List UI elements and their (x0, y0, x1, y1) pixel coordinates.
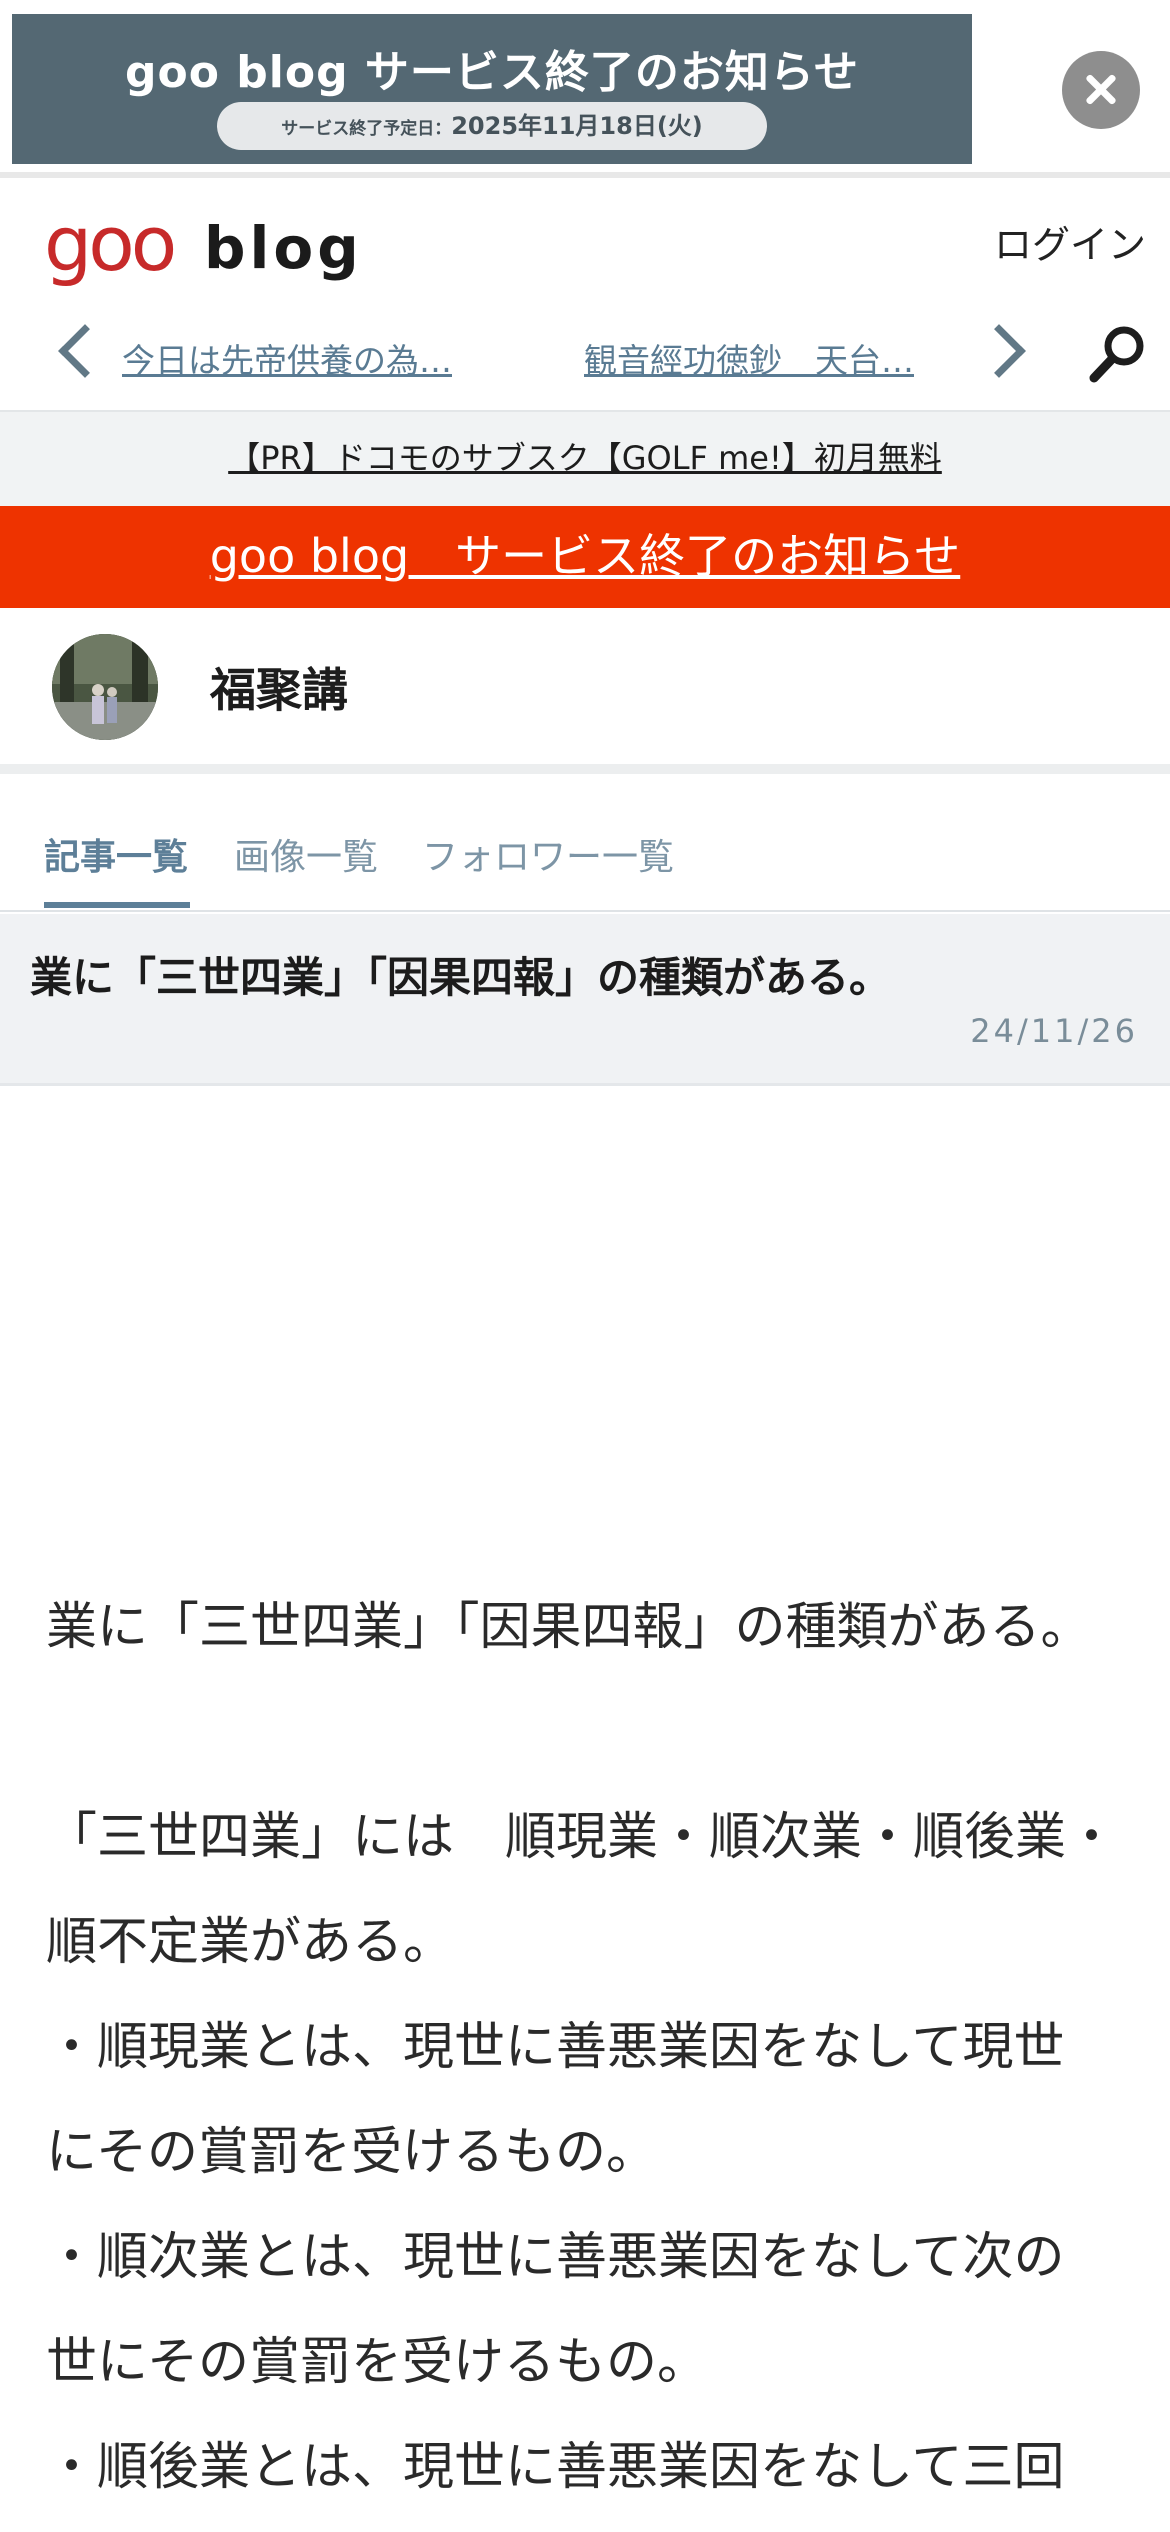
avatar-photo (52, 634, 158, 740)
blog-tabs: 記事一覧 画像一覧 フォロワー一覧 (0, 784, 1170, 912)
article-line: ・順後業とは、現世に善悪業因をなして三回 (46, 2438, 1065, 2497)
logo-goo-text: goo (44, 199, 177, 288)
article-line: 「三世四業」には 順現業・順次業・順後業・ (46, 1808, 1118, 1867)
service-notice-bar: goo blog サービス終了のお知らせ (0, 506, 1170, 608)
article-date: 24/11/26 (970, 1012, 1138, 1050)
active-tab-indicator (44, 902, 190, 908)
article-line: ・順現業とは、現世に善悪業因をなして現世 (46, 2018, 1065, 2077)
tab-articles[interactable]: 記事一覧 (44, 828, 188, 880)
search-icon[interactable] (1088, 324, 1146, 384)
service-end-ad-banner[interactable]: goo blog サービス終了のお知らせ サービス終了予定日：2025年11月1… (12, 14, 972, 164)
close-icon[interactable] (1062, 51, 1140, 129)
ad-title: goo blog サービス終了のお知らせ (124, 47, 859, 98)
ad-date-label: サービス終了予定日： (281, 119, 452, 139)
tab-followers[interactable]: フォロワー一覧 (422, 828, 674, 880)
chevron-left-icon[interactable] (58, 324, 112, 378)
avatar[interactable] (52, 634, 158, 740)
tab-images[interactable]: 画像一覧 (234, 828, 378, 880)
prev-article-link[interactable]: 今日は先帝供養の為… (122, 334, 492, 382)
login-link[interactable]: ログイン (994, 214, 1146, 269)
blog-name[interactable]: 福聚講 (210, 654, 348, 720)
chevron-right-icon[interactable] (972, 324, 1026, 378)
pr-link[interactable]: 【PR】ドコモのサブスク【GOLF me!】初月無料 (228, 439, 942, 477)
article-title: 業に「三世四業」「因果四報」の種類がある。 (30, 953, 892, 1002)
logo-blog-text: blog (204, 214, 363, 282)
blog-profile: 福聚講 (0, 608, 1170, 774)
ad-container: goo blog サービス終了のお知らせ サービス終了予定日：2025年11月1… (0, 0, 1170, 178)
article-nav: 今日は先帝供養の為… 観音經功徳鈔 天台… (0, 304, 1170, 400)
site-header: goo blog ログイン 今日は先帝供養の為… 観音經功徳鈔 天台… (0, 184, 1170, 410)
article-line: 順不定業がある。 (46, 1913, 455, 1972)
article-header: 業に「三世四業」「因果四報」の種類がある。 24/11/26 (0, 914, 1170, 1086)
pr-bar: 【PR】ドコモのサブスク【GOLF me!】初月無料 (0, 410, 1170, 506)
article-line: ・順次業とは、現世に善悪業因をなして次の (46, 2228, 1065, 2287)
article-line: 業に「三世四業」「因果四報」の種類がある。 (46, 1598, 1092, 1657)
service-notice-link[interactable]: goo blog サービス終了のお知らせ (210, 529, 961, 583)
next-article-link[interactable]: 観音經功徳鈔 天台… (584, 334, 954, 382)
ad-date-value: 2025年11月18日(火) (451, 112, 703, 140)
ad-date-pill: サービス終了予定日：2025年11月18日(火) (217, 102, 767, 150)
article-line: 世にその賞罰を受けるもの。 (46, 2333, 708, 2392)
article-line: にその賞罰を受けるもの。 (46, 2123, 657, 2182)
